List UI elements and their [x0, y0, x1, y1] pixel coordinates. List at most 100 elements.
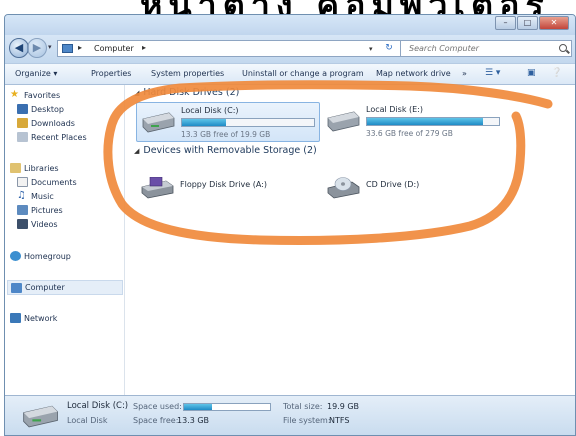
space-used-label: Space used: [133, 402, 182, 411]
usage-fill [182, 119, 226, 126]
help-icon[interactable]: ❔ [551, 68, 562, 78]
nav-desktop[interactable]: Desktop [17, 104, 64, 114]
address-dropdown[interactable]: ▾ [369, 45, 373, 53]
nav-libraries[interactable]: Libraries [10, 163, 59, 173]
nav-computer[interactable]: Computer [7, 280, 123, 295]
drive-tile-a[interactable]: Floppy Disk Drive (A:) [136, 169, 320, 209]
nav-label: Music [31, 191, 54, 201]
desktop-icon [17, 104, 28, 114]
recent-pages-dropdown[interactable]: ▾ [48, 43, 52, 51]
uninstall-program-button[interactable]: Uninstall or change a program [242, 69, 364, 78]
drive-tile-c[interactable]: Local Disk (C:) 13.3 GB free of 19.9 GB [136, 102, 320, 142]
collapse-arrow-icon[interactable]: ◢ [134, 89, 139, 97]
group-header-removable[interactable]: ◢ Devices with Removable Storage (2) [134, 145, 317, 156]
hard-disk-icon [23, 405, 58, 428]
network-icon [10, 313, 21, 323]
breadcrumb-computer[interactable]: Computer [94, 44, 134, 53]
usage-fill [184, 404, 213, 410]
preview-pane-icon[interactable]: ▣ [527, 68, 536, 78]
total-size-value: 19.9 GB [327, 402, 360, 411]
command-bar: Organize ▾ Properties System properties … [5, 63, 575, 85]
music-icon: ♫ [17, 190, 26, 201]
collapse-arrow-icon[interactable]: ◢ [134, 147, 139, 155]
properties-button[interactable]: Properties [91, 69, 131, 78]
navigation-pane: ★ Favorites Desktop Downloads Recent Pla… [5, 85, 125, 395]
nav-label: Downloads [31, 118, 75, 128]
nav-documents[interactable]: Documents [17, 177, 77, 187]
title-bar: – □ ✕ [5, 15, 575, 35]
drive-name: CD Drive (D:) [366, 180, 420, 189]
chevron-right-icon[interactable]: ▸ [142, 43, 146, 52]
drive-usage-bar [366, 117, 500, 126]
drive-name: Floppy Disk Drive (A:) [180, 180, 268, 189]
explorer-window: – □ ✕ ◀ ▶ ▾ ▸ Computer ▸ ▾ ↻ Organize ▾ … [4, 14, 576, 436]
forward-button[interactable]: ▶ [27, 38, 47, 58]
file-system-value: NTFS [329, 416, 350, 425]
space-free-value: 13.3 GB [177, 416, 210, 425]
back-button[interactable]: ◀ [9, 38, 29, 58]
nav-label: Desktop [31, 104, 64, 114]
details-type: Local Disk [67, 416, 108, 425]
details-pane: Local Disk (C:) Local Disk Space used: S… [5, 395, 575, 435]
floppy-drive-icon [141, 177, 174, 199]
nav-label: Homegroup [24, 251, 71, 261]
nav-label: Network [24, 313, 58, 323]
nav-label: Documents [31, 177, 77, 187]
nav-label: Recent Places [31, 132, 87, 142]
downloads-folder-icon [17, 118, 28, 128]
content-pane: ◢ Hard Disk Drives (2) Local Disk (C:) 13… [126, 85, 575, 395]
usage-fill [367, 118, 484, 125]
drive-name: Local Disk (C:) [181, 106, 239, 115]
drive-tile-e[interactable]: Local Disk (E:) 33.6 GB free of 279 GB [322, 102, 506, 142]
refresh-button[interactable]: ↻ [381, 41, 397, 56]
minimize-button[interactable]: – [495, 16, 516, 30]
star-icon: ★ [10, 89, 19, 100]
organize-button[interactable]: Organize ▾ [15, 69, 57, 78]
computer-icon [62, 44, 73, 53]
documents-icon [17, 177, 28, 187]
nav-downloads[interactable]: Downloads [17, 118, 75, 128]
computer-icon [11, 282, 22, 293]
cd-drive-icon [327, 177, 360, 199]
total-size-label: Total size: [283, 402, 323, 411]
recent-places-icon [17, 132, 28, 142]
chevron-right-icon[interactable]: ▸ [78, 43, 82, 52]
nav-music[interactable]: ♫ Music [17, 191, 54, 201]
hard-disk-icon [327, 111, 360, 132]
details-name: Local Disk (C:) [67, 401, 129, 411]
more-commands-button[interactable]: » [462, 69, 467, 78]
maximize-button[interactable]: □ [517, 16, 538, 30]
nav-label: Favorites [24, 90, 61, 100]
search-icon[interactable] [559, 44, 567, 52]
file-system-label: File system: [283, 416, 331, 425]
group-header-hard-disks[interactable]: ◢ Hard Disk Drives (2) [134, 87, 239, 98]
nav-videos[interactable]: Videos [17, 219, 58, 229]
body-area: ★ Favorites Desktop Downloads Recent Pla… [5, 85, 575, 395]
drive-usage-bar [181, 118, 315, 127]
libraries-icon [10, 163, 21, 173]
window-controls: – □ ✕ [495, 16, 569, 30]
space-used-bar [183, 403, 271, 411]
system-properties-button[interactable]: System properties [151, 69, 224, 78]
nav-label: Pictures [31, 205, 63, 215]
nav-favorites[interactable]: ★ Favorites [10, 90, 60, 100]
videos-icon [17, 219, 28, 229]
drive-free-space: 33.6 GB free of 279 GB [366, 129, 453, 138]
hard-disk-icon [142, 112, 175, 133]
drive-name: Local Disk (E:) [366, 105, 423, 114]
nav-label: Libraries [24, 163, 59, 173]
nav-homegroup[interactable]: Homegroup [10, 251, 71, 261]
close-button[interactable]: ✕ [539, 16, 569, 30]
address-row: ◀ ▶ ▾ ▸ Computer ▸ ▾ ↻ [5, 35, 575, 63]
nav-recent-places[interactable]: Recent Places [17, 132, 87, 142]
drive-tile-d[interactable]: CD Drive (D:) [322, 169, 506, 209]
search-input[interactable] [401, 41, 551, 56]
map-network-drive-button[interactable]: Map network drive [376, 69, 451, 78]
pictures-icon [17, 205, 28, 215]
search-box [400, 40, 572, 57]
view-options-icon[interactable]: ☰ ▾ [485, 68, 500, 78]
homegroup-icon [10, 251, 21, 261]
address-bar[interactable]: ▸ Computer ▸ [57, 40, 407, 57]
nav-network[interactable]: Network [10, 313, 57, 323]
nav-pictures[interactable]: Pictures [17, 205, 63, 215]
